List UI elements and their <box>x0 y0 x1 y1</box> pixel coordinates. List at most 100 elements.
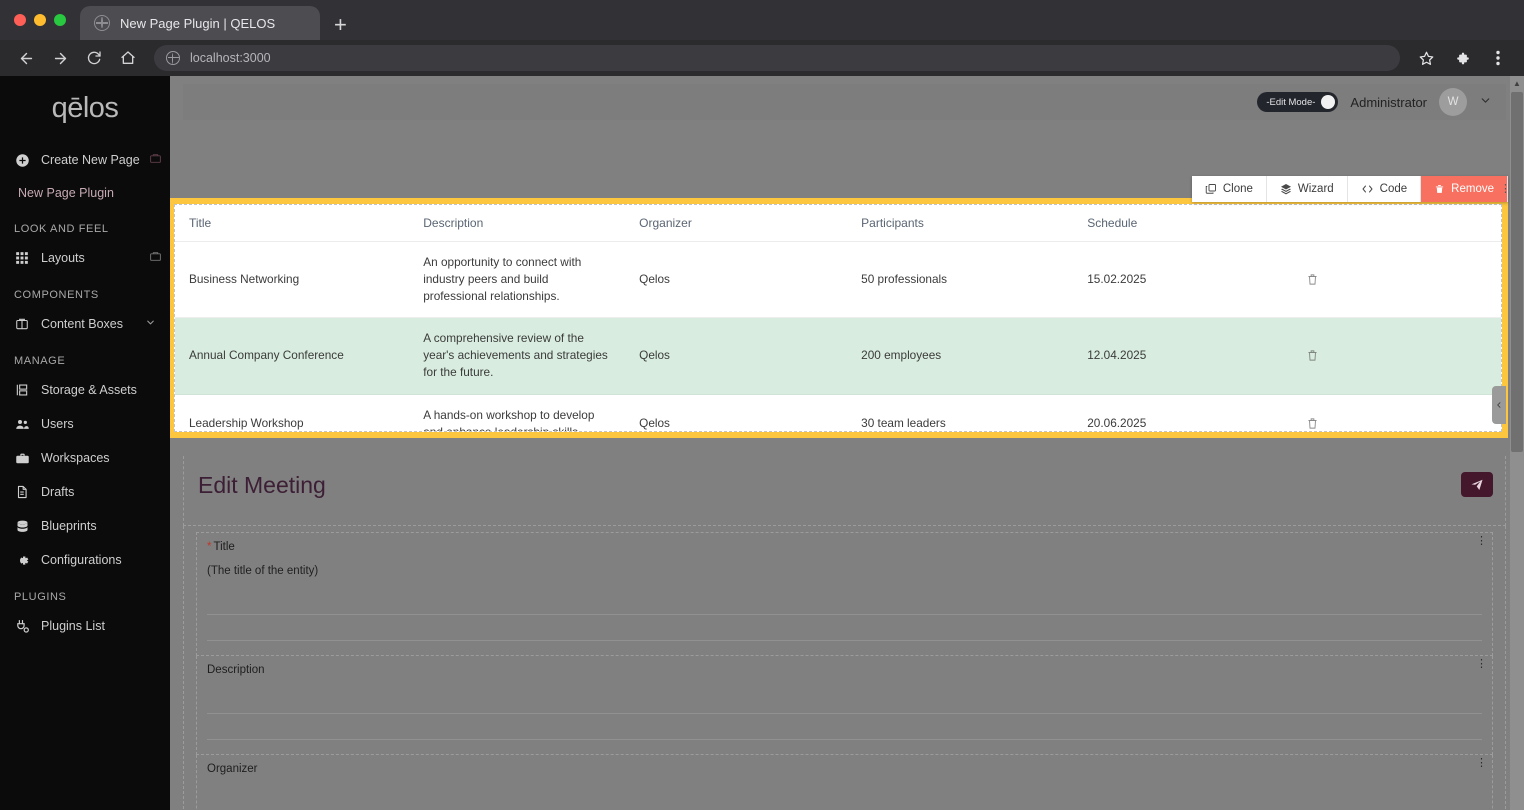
browser-tab[interactable]: New Page Plugin | QELOS <box>80 6 320 40</box>
meetings-table-container: Title Description Organizer Participants… <box>174 204 1502 432</box>
form-field-title: ⋮ *Title (The title of the entity) <box>196 532 1493 656</box>
selected-widget[interactable]: Clone Wizard Code <box>168 198 1508 438</box>
cell-participants: 30 team leaders <box>847 394 1073 432</box>
sidebar-section-look-and-feel: LOOK AND FEEL <box>0 209 170 241</box>
sidebar-item-plugins-list[interactable]: Plugins List <box>0 609 170 643</box>
description-input-extra[interactable] <box>207 714 1482 740</box>
submit-button[interactable] <box>1461 472 1493 497</box>
maximize-window-button[interactable] <box>54 14 66 26</box>
address-bar[interactable]: localhost:3000 <box>154 45 1400 71</box>
cell-participants: 200 employees <box>847 318 1073 394</box>
required-marker: * <box>207 541 211 553</box>
column-header-title[interactable]: Title <box>175 205 409 242</box>
kebab-menu-icon[interactable]: ⋮ <box>1476 539 1486 543</box>
remove-button[interactable]: Remove <box>1421 176 1508 202</box>
code-button[interactable]: Code <box>1348 176 1422 202</box>
sidebar-item-users[interactable]: Users <box>0 407 170 441</box>
star-icon[interactable] <box>1410 43 1442 73</box>
sidebar-item-drafts[interactable]: Drafts <box>0 475 170 509</box>
column-header-participants[interactable]: Participants <box>847 205 1073 242</box>
plus-circle-icon <box>14 152 30 168</box>
sidebar-item-label: Configurations <box>41 553 122 567</box>
sidebar-item-label: Users <box>41 417 74 431</box>
column-header-organizer[interactable]: Organizer <box>625 205 847 242</box>
scroll-up-arrow[interactable]: ▲ <box>1510 76 1524 90</box>
three-dot-menu-icon[interactable] <box>1482 43 1514 73</box>
sidebar-item-create-new-page[interactable]: Create New Page <box>0 143 170 177</box>
edit-mode-label: -Edit Mode- <box>1266 97 1315 108</box>
chevron-down-icon[interactable] <box>1479 94 1492 110</box>
table-row[interactable]: Business Networking An opportunity to co… <box>175 242 1501 318</box>
window-controls <box>10 0 80 40</box>
sidebar-item-storage-and-assets[interactable]: Storage & Assets <box>0 373 170 407</box>
storage-icon <box>14 382 30 398</box>
form-field-description: ⋮ Description <box>196 656 1493 755</box>
code-label: Code <box>1380 183 1408 195</box>
cell-organizer: Qelos <box>625 318 847 394</box>
code-icon <box>1361 183 1374 195</box>
clone-button[interactable]: Clone <box>1192 176 1267 202</box>
plug-icon <box>14 618 30 634</box>
table-row[interactable]: Leadership Workshop A hands-on workshop … <box>175 394 1501 432</box>
box-icon <box>14 316 30 332</box>
cell-description: A comprehensive review of the year's ach… <box>409 318 625 394</box>
kebab-menu-icon[interactable]: ⋮ <box>1476 761 1486 765</box>
wizard-label: Wizard <box>1298 183 1334 195</box>
database-icon <box>14 518 30 534</box>
description-input[interactable] <box>207 686 1482 714</box>
avatar[interactable]: W <box>1439 88 1467 116</box>
wizard-button[interactable]: Wizard <box>1267 176 1348 202</box>
cell-description: An opportunity to connect with industry … <box>409 242 625 318</box>
cell-organizer: Qelos <box>625 394 847 432</box>
cell-organizer: Qelos <box>625 242 847 318</box>
title-input[interactable] <box>207 587 1482 615</box>
sidebar-item-label: New Page Plugin <box>18 186 114 200</box>
kebab-menu-icon[interactable]: ⋮ <box>1500 187 1510 191</box>
app-sidebar: qēlos Create New Page New Page Plugin LO… <box>0 76 170 810</box>
sidebar-item-label: Content Boxes <box>41 317 123 331</box>
edit-mode-toggle[interactable]: -Edit Mode- <box>1257 92 1338 112</box>
collapse-panel-handle[interactable] <box>1492 386 1506 424</box>
page-title: Edit Meeting <box>198 472 1491 499</box>
sidebar-section-components: COMPONENTS <box>0 275 170 307</box>
chevron-down-icon[interactable] <box>145 317 156 331</box>
form-header: Edit Meeting <box>183 456 1506 526</box>
box-icon <box>149 152 162 168</box>
home-icon[interactable] <box>112 43 144 73</box>
sidebar-item-new-page-plugin[interactable]: New Page Plugin <box>0 177 170 209</box>
page-viewport: qēlos Create New Page New Page Plugin LO… <box>0 76 1524 810</box>
reload-icon[interactable] <box>78 43 110 73</box>
puzzle-icon[interactable] <box>1446 43 1478 73</box>
table-row[interactable]: Annual Company Conference A comprehensiv… <box>175 318 1501 394</box>
tab-title: New Page Plugin | QELOS <box>120 16 275 31</box>
url-text: localhost:3000 <box>190 51 271 65</box>
box-icon <box>149 250 162 266</box>
sidebar-item-blueprints[interactable]: Blueprints <box>0 509 170 543</box>
row-delete-button[interactable] <box>1292 318 1501 394</box>
page-scrollbar[interactable]: ▲ <box>1510 76 1524 810</box>
close-window-button[interactable] <box>14 14 26 26</box>
remove-label: Remove <box>1451 183 1494 195</box>
row-delete-button[interactable] <box>1292 394 1501 432</box>
sidebar-item-label: Layouts <box>41 251 85 265</box>
sidebar-item-layouts[interactable]: Layouts <box>0 241 170 275</box>
cell-title: Annual Company Conference <box>175 318 409 394</box>
organizer-input[interactable] <box>207 785 1482 810</box>
grid-icon <box>14 250 30 266</box>
user-name: Administrator <box>1350 95 1427 110</box>
sidebar-item-workspaces[interactable]: Workspaces <box>0 441 170 475</box>
kebab-menu-icon[interactable]: ⋮ <box>1476 662 1486 666</box>
sidebar-item-configurations[interactable]: Configurations <box>0 543 170 577</box>
forward-arrow-icon[interactable] <box>44 43 76 73</box>
minimize-window-button[interactable] <box>34 14 46 26</box>
column-header-schedule[interactable]: Schedule <box>1073 205 1292 242</box>
form-fields: ⋮ *Title (The title of the entity) ⋮ Des… <box>183 526 1506 810</box>
title-input-extra[interactable] <box>207 615 1482 641</box>
scrollbar-thumb[interactable] <box>1511 92 1523 452</box>
column-header-description[interactable]: Description <box>409 205 625 242</box>
sidebar-section-manage: MANAGE <box>0 341 170 373</box>
sidebar-item-content-boxes[interactable]: Content Boxes <box>0 307 170 341</box>
new-tab-button[interactable]: + <box>334 14 347 36</box>
back-arrow-icon[interactable] <box>10 43 42 73</box>
row-delete-button[interactable] <box>1292 242 1501 318</box>
